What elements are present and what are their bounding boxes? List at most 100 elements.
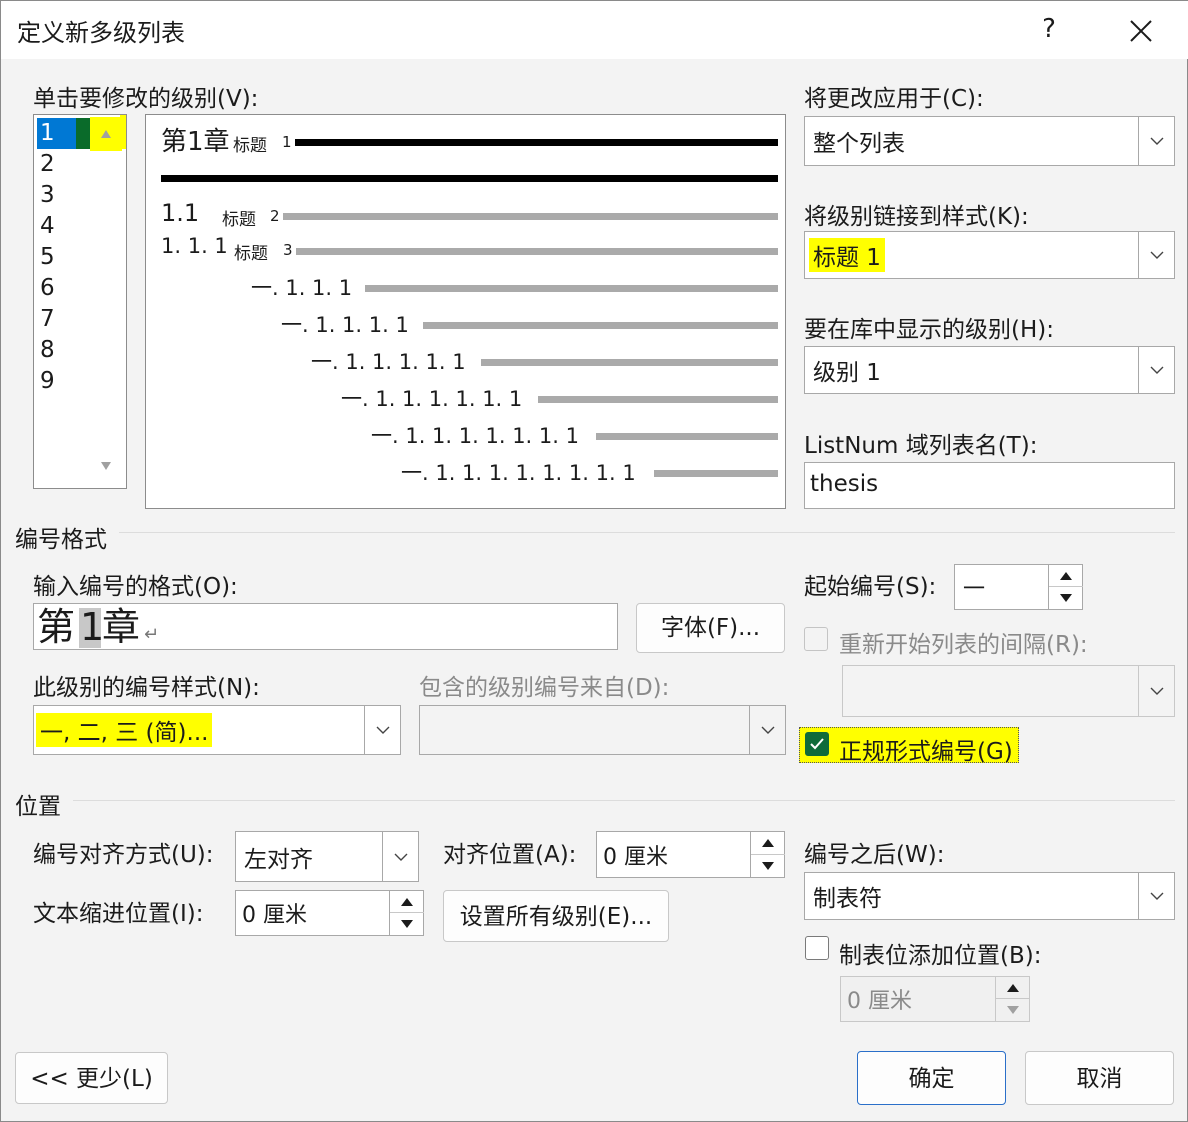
legal-checkbox[interactable] <box>805 732 829 756</box>
chevron-down-icon <box>1150 687 1164 695</box>
tab-stop-increment[interactable] <box>996 977 1030 999</box>
follow-number-combo[interactable]: 制表符 <box>804 872 1175 920</box>
chevron-down-icon <box>1150 366 1164 374</box>
tab-stop-value: 0 厘米 <box>847 989 912 1014</box>
spin-up-icon <box>401 897 413 906</box>
link-style-combo[interactable]: 标题 1 <box>804 231 1175 279</box>
level-item-5[interactable]: 5 <box>40 242 80 273</box>
follow-number-dropdown[interactable] <box>1138 873 1174 919</box>
level-item-2[interactable]: 2 <box>40 149 80 180</box>
aligned-at-spin-controls <box>750 832 785 878</box>
aligned-at-increment[interactable] <box>751 832 785 855</box>
link-style-dropdown[interactable] <box>1138 232 1174 278</box>
preview-bar <box>283 213 778 220</box>
legal-label[interactable]: 正规形式编号(G) <box>839 732 1013 766</box>
gallery-level-dropdown[interactable] <box>1138 347 1174 393</box>
restart-combo[interactable] <box>842 665 1175 717</box>
gallery-level-value: 级别 1 <box>813 360 881 386</box>
level-listbox[interactable]: 1 2 3 4 5 6 7 8 9 <box>33 114 127 489</box>
level-item-8[interactable]: 8 <box>40 335 80 366</box>
number-format-section-title: 编号格式 <box>15 527 107 553</box>
cancel-button[interactable]: 取消 <box>1025 1051 1174 1105</box>
number-style-dropdown[interactable] <box>364 706 400 754</box>
dialog-title: 定义新多级列表 <box>17 19 185 47</box>
level-item-4[interactable]: 4 <box>40 211 80 242</box>
gallery-level-combo[interactable]: 级别 1 <box>804 346 1175 394</box>
listnum-input[interactable]: thesis <box>804 462 1175 509</box>
start-at-value: 一 <box>963 577 986 602</box>
section-divider <box>119 532 1175 533</box>
start-at-decrement[interactable] <box>1049 587 1083 609</box>
link-style-label: 将级别链接到样式(K): <box>804 204 1029 230</box>
preview-number-1: 第1章 <box>161 127 230 157</box>
define-multilevel-list-dialog: 定义新多级列表 ? 单击要修改的级别(V): 1 2 3 4 5 6 7 8 9… <box>0 0 1188 1122</box>
preview-style-num-3: 3 <box>283 241 293 259</box>
level-item-1[interactable]: 1 <box>40 118 80 149</box>
indent-spinner[interactable]: 0 厘米 <box>235 890 424 936</box>
checkmark-icon <box>810 738 824 750</box>
level-item-7[interactable]: 7 <box>40 304 80 335</box>
format-suffix: 章 <box>102 605 141 649</box>
scroll-up-icon[interactable] <box>100 129 112 139</box>
align-dropdown[interactable] <box>382 832 418 881</box>
preview-number-6: 一. 1. 1. 1. 1. 1 <box>311 350 466 374</box>
link-style-value: 标题 1 <box>809 238 885 272</box>
start-at-increment[interactable] <box>1049 565 1083 587</box>
indent-spin-controls <box>389 891 424 935</box>
indent-decrement[interactable] <box>390 913 424 935</box>
close-button[interactable] <box>1111 9 1171 49</box>
preview-pane: 第1章 标题 1 1.1 标题 2 1. 1. 1 标题 3 一. 1. 1. … <box>145 114 786 509</box>
tab-stop-spin-controls <box>995 977 1030 1021</box>
number-style-value: 一, 二, 三 (简)... <box>36 713 213 747</box>
preview-number-4: 一. 1. 1. 1 <box>251 276 353 300</box>
set-all-levels-button[interactable]: 设置所有级别(E)... <box>443 890 669 942</box>
level-item-9[interactable]: 9 <box>40 366 80 397</box>
preview-number-8: 一. 1. 1. 1. 1. 1. 1. 1 <box>371 424 579 448</box>
chevron-down-icon <box>1150 137 1164 145</box>
listnum-label: ListNum 域列表名(T): <box>804 433 1038 459</box>
level-scrollbar[interactable] <box>98 125 116 475</box>
preview-bar <box>596 433 778 440</box>
include-level-label: 包含的级别编号来自(D): <box>419 675 670 701</box>
font-button[interactable]: 字体(F)... <box>636 603 785 653</box>
preview-number-5: 一. 1. 1. 1. 1 <box>281 313 409 337</box>
indent-label: 文本缩进位置(I): <box>33 901 204 927</box>
apply-to-combo[interactable]: 整个列表 <box>804 116 1175 166</box>
restart-checkbox[interactable] <box>804 627 828 651</box>
preview-bar <box>481 359 778 366</box>
apply-to-label: 将更改应用于(C): <box>804 86 984 112</box>
tab-stop-spinner[interactable]: 0 厘米 <box>840 976 1030 1022</box>
spin-up-icon <box>762 838 774 847</box>
format-input[interactable]: 第 1 章 ↵ <box>33 603 618 650</box>
chevron-down-icon <box>394 853 408 861</box>
level-item-3[interactable]: 3 <box>40 180 80 211</box>
scroll-down-icon[interactable] <box>100 461 112 471</box>
start-at-spinner[interactable]: 一 <box>954 564 1083 610</box>
apply-to-dropdown[interactable] <box>1138 117 1174 165</box>
spin-down-icon <box>1060 594 1072 602</box>
aligned-at-value: 0 厘米 <box>603 844 668 870</box>
close-icon <box>1130 20 1152 42</box>
aligned-at-spinner[interactable]: 0 厘米 <box>596 831 785 878</box>
level-item-6[interactable]: 6 <box>40 273 80 304</box>
include-level-combo[interactable] <box>419 705 786 755</box>
preview-number-7: 一. 1. 1. 1. 1. 1. 1 <box>341 387 523 411</box>
chevron-down-icon <box>376 726 390 734</box>
align-combo[interactable]: 左对齐 <box>235 831 419 882</box>
help-button[interactable]: ? <box>1031 9 1067 49</box>
preview-number-2: 1.1 <box>161 199 200 227</box>
tab-stop-decrement[interactable] <box>996 999 1030 1021</box>
levels-label: 单击要修改的级别(V): <box>33 86 259 112</box>
format-number: 1 <box>80 605 105 649</box>
indent-increment[interactable] <box>390 891 424 913</box>
restart-dropdown[interactable] <box>1138 666 1174 716</box>
ok-button[interactable]: 确定 <box>857 1051 1006 1105</box>
aligned-at-decrement[interactable] <box>751 855 785 878</box>
tab-stop-checkbox[interactable] <box>805 936 829 960</box>
number-style-combo[interactable]: 一, 二, 三 (简)... <box>33 705 401 755</box>
less-button[interactable]: << 更少(L) <box>15 1052 168 1104</box>
preview-bar <box>654 470 778 477</box>
gallery-level-label: 要在库中显示的级别(H): <box>804 317 1054 343</box>
aligned-at-label: 对齐位置(A): <box>443 842 577 868</box>
include-level-dropdown[interactable] <box>749 706 785 754</box>
